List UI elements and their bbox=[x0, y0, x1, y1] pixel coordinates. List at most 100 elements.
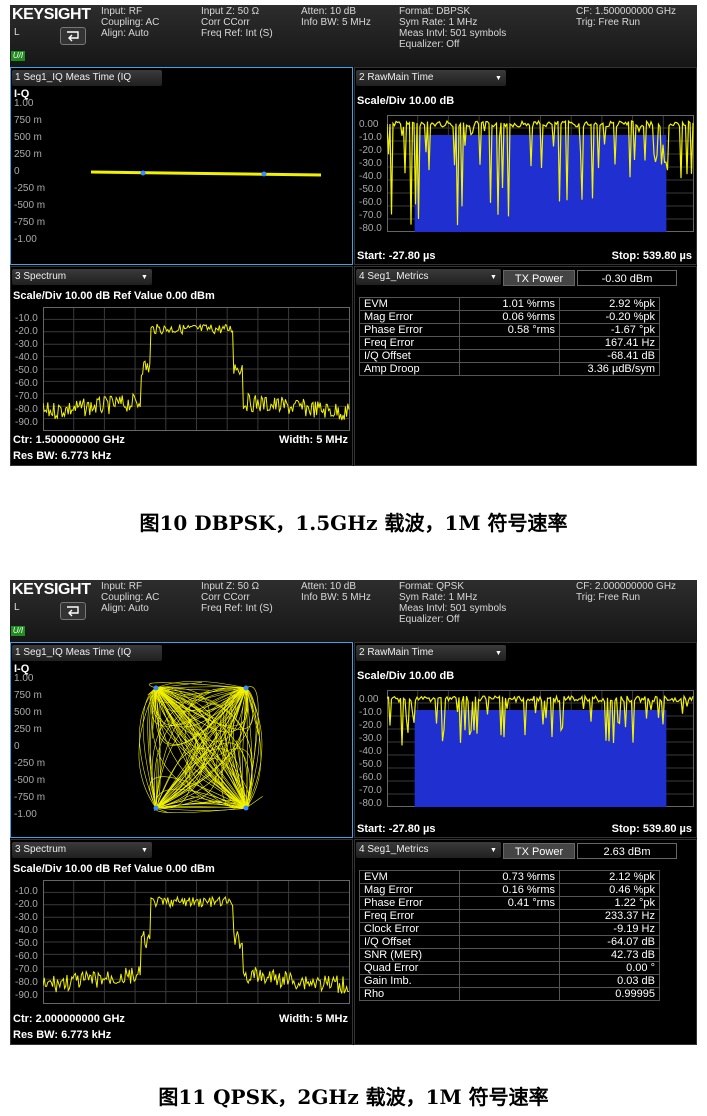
window-title[interactable]: 3 Spectrum bbox=[12, 842, 152, 858]
header-line: Align: Auto bbox=[101, 603, 149, 614]
y-tick-label: 750 m bbox=[14, 115, 42, 126]
window-spectrum[interactable]: 3 Spectrum ▼ Scale/Div 10.00 dB Ref Value … bbox=[10, 266, 353, 466]
y-tick-label: 500 m bbox=[14, 707, 42, 718]
y-tick-label: -60.0 bbox=[15, 378, 38, 389]
y-tick-label: -750 m bbox=[14, 217, 46, 228]
metric-name: Phase Error bbox=[359, 896, 460, 910]
window-title[interactable]: 1 Seg1_IQ Meas Time (IQ bbox=[12, 70, 162, 86]
y-tick-label: -20.0 bbox=[359, 145, 382, 156]
status-indicator: U/I bbox=[11, 51, 25, 61]
y-tick-label: -250 m bbox=[14, 758, 46, 769]
metrics-row: Clock Error -9.19 Hz bbox=[359, 922, 660, 936]
chevron-down-icon[interactable]: ▼ bbox=[495, 650, 502, 657]
metric-value: 233.37 Hz bbox=[559, 909, 660, 923]
center-freq-label: Ctr: 2.000000000 GHz bbox=[13, 1013, 125, 1025]
y-tick-label: -250 m bbox=[14, 183, 46, 194]
y-tick-label: -90.0 bbox=[15, 417, 38, 428]
header-line: Format: DBPSK bbox=[399, 6, 471, 17]
y-tick-label: 250 m bbox=[14, 724, 42, 735]
metric-value bbox=[459, 349, 560, 363]
y-tick-label: -50.0 bbox=[359, 184, 382, 195]
chevron-down-icon[interactable]: ▼ bbox=[141, 847, 148, 854]
metric-value: 0.46 %pk bbox=[559, 883, 660, 897]
header-line: Corr CCorr bbox=[201, 17, 250, 28]
metric-name: Freq Error bbox=[359, 909, 460, 923]
window-metrics[interactable]: 4 Seg1_Metrics ▼ TX Power -0.30 dBm EVM 1.01 … bbox=[354, 266, 697, 466]
window-title[interactable]: 4 Seg1_Metrics bbox=[356, 269, 501, 285]
window-title[interactable]: 1 Seg1_IQ Meas Time (IQ bbox=[12, 645, 162, 661]
status-indicator: U/I bbox=[11, 626, 25, 636]
y-tick-label: -1.00 bbox=[14, 234, 37, 245]
iq-plot bbox=[90, 170, 322, 177]
y-tick-label: -80.0 bbox=[15, 404, 38, 415]
window-metrics[interactable]: 4 Seg1_Metrics ▼ TX Power 2.63 dBm EVM 0.73 %… bbox=[354, 839, 697, 1045]
window-raw-main-time[interactable]: 2 RawMain Time ▼ Scale/Div 10.00 dB 0.00 -10… bbox=[354, 642, 697, 838]
header-column-1: Input: RF Coupling: AC Align: Auto bbox=[101, 6, 159, 39]
window-title[interactable]: 4 Seg1_Metrics bbox=[356, 842, 501, 858]
plot-grid bbox=[387, 690, 694, 807]
metrics-row: EVM 0.73 %rms 2.12 %pk bbox=[359, 870, 660, 884]
header-line: Corr CCorr bbox=[201, 592, 250, 603]
y-tick-label: -30.0 bbox=[15, 339, 38, 350]
window-spectrum[interactable]: 3 Spectrum ▼ Scale/Div 10.00 dB Ref Value … bbox=[10, 839, 353, 1045]
header-line: Input Z: 50 Ω bbox=[201, 581, 260, 592]
res-bw-label: Res BW: 6.773 kHz bbox=[13, 450, 112, 462]
metric-value bbox=[459, 909, 560, 923]
metric-value: 0.03 dB bbox=[559, 974, 660, 988]
header-column-4: Format: DBPSK Sym Rate: 1 MHz Meas Intvl: … bbox=[399, 6, 506, 50]
figure-caption-10: 图10 DBPSK，1.5GHz 载波，1M 符号速率 bbox=[139, 511, 568, 535]
metric-value bbox=[459, 922, 560, 936]
mode-switch-icon[interactable] bbox=[60, 27, 86, 45]
tx-power-value: 2.63 dBm bbox=[577, 843, 677, 859]
window-iq-meas-time[interactable]: 1 Seg1_IQ Meas Time (IQ I-Q 1.00 750 m 500 m… bbox=[10, 642, 353, 838]
header-line: Format: QPSK bbox=[399, 581, 465, 592]
y-tick-label: -40.0 bbox=[359, 746, 382, 757]
y-tick-label: -70.0 bbox=[15, 964, 38, 975]
chevron-down-icon[interactable]: ▼ bbox=[490, 274, 497, 281]
y-tick-label: -500 m bbox=[14, 200, 46, 211]
y-tick-label: -20.0 bbox=[359, 720, 382, 731]
y-tick-label: 1.00 bbox=[14, 673, 34, 684]
metric-name: Quad Error bbox=[359, 961, 460, 975]
y-tick-label: 750 m bbox=[14, 690, 42, 701]
y-tick-label: -10.0 bbox=[359, 132, 382, 143]
header-line: Equalizer: Off bbox=[399, 614, 460, 625]
header-column-1: Input: RF Coupling: AC Align: Auto bbox=[101, 581, 159, 614]
metric-value: 0.00 ° bbox=[559, 961, 660, 975]
metric-value: 167.41 Hz bbox=[559, 336, 660, 350]
y-tick-label: -70.0 bbox=[15, 391, 38, 402]
mode-switch-icon[interactable] bbox=[60, 602, 86, 620]
scale-label: Scale/Div 10.00 dB Ref Value 0.00 dBm bbox=[13, 290, 215, 302]
window-title[interactable]: 2 RawMain Time bbox=[356, 645, 506, 661]
y-tick-label: -60.0 bbox=[359, 772, 382, 783]
chevron-down-icon[interactable]: ▼ bbox=[495, 75, 502, 82]
header-line: Atten: 10 dB bbox=[301, 6, 357, 17]
y-tick-label: -10.0 bbox=[15, 886, 38, 897]
chevron-down-icon[interactable]: ▼ bbox=[490, 847, 497, 854]
header-column-3: Atten: 10 dB Info BW: 5 MHz bbox=[301, 6, 371, 28]
header-line: Trig: Free Run bbox=[576, 592, 641, 603]
metrics-row: Gain Imb. 0.03 dB bbox=[359, 974, 660, 988]
iq-trace-line bbox=[90, 170, 322, 177]
y-tick-label: -20.0 bbox=[15, 899, 38, 910]
window-title[interactable]: 2 RawMain Time bbox=[356, 70, 506, 86]
window-iq-meas-time[interactable]: 1 Seg1_IQ Meas Time (IQ I-Q 1.00 750 m 500 m… bbox=[10, 67, 353, 265]
mode-label: L bbox=[14, 602, 20, 613]
metric-value: -68.41 dB bbox=[559, 349, 660, 363]
y-tick-label: -30.0 bbox=[359, 158, 382, 169]
constellation-point bbox=[243, 805, 249, 811]
center-freq-label: Ctr: 1.500000000 GHz bbox=[13, 434, 125, 446]
window-title[interactable]: 3 Spectrum bbox=[12, 269, 152, 285]
y-tick-label: -30.0 bbox=[359, 733, 382, 744]
window-raw-main-time[interactable]: 2 RawMain Time ▼ Scale/Div 10.00 dB 0.00 -10… bbox=[354, 67, 697, 265]
measurement-region bbox=[414, 710, 667, 807]
header-column-5: CF: 1.500000000 GHz Trig: Free Run bbox=[576, 6, 676, 28]
start-label: Start: -27.80 µs bbox=[357, 823, 436, 835]
span-width-label: Width: 5 MHz bbox=[279, 1013, 348, 1025]
y-tick-label: -80.0 bbox=[359, 223, 382, 234]
scale-label: Scale/Div 10.00 dB bbox=[357, 95, 455, 107]
metric-name: I/Q Offset bbox=[359, 349, 460, 363]
header-line: CF: 1.500000000 GHz bbox=[576, 6, 677, 17]
figure-caption-11: 图11 QPSK，2GHz 载波，1M 符号速率 bbox=[158, 1085, 549, 1109]
chevron-down-icon[interactable]: ▼ bbox=[141, 274, 148, 281]
